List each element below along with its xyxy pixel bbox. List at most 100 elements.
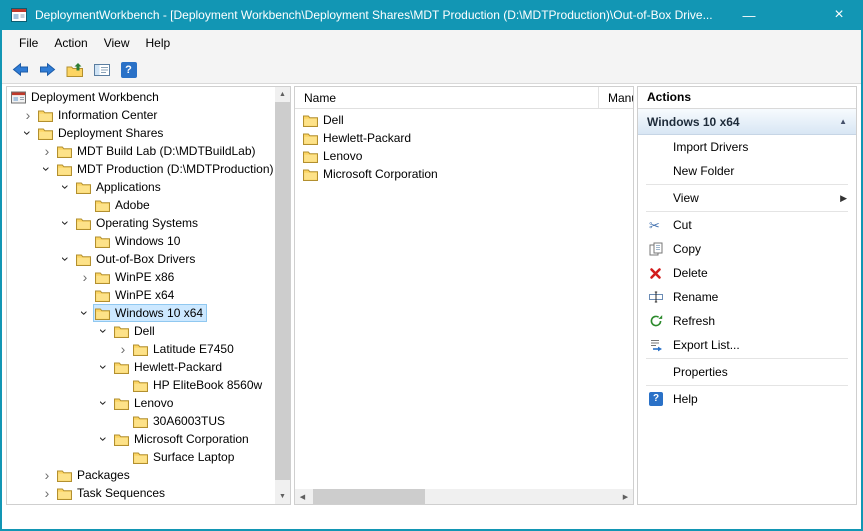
actions-separator bbox=[646, 358, 848, 359]
action-item-label: Export List... bbox=[673, 338, 856, 352]
actions-section-header[interactable]: Windows 10 x64 ▲ bbox=[638, 109, 856, 135]
tree-expander-icon[interactable]: › bbox=[95, 395, 113, 411]
list-scrollbar-thumb[interactable] bbox=[313, 489, 425, 504]
tree-item-operating-systems[interactable]: ›Operating Systems bbox=[7, 214, 275, 232]
action-item-refresh[interactable]: Refresh bbox=[638, 309, 856, 333]
tree-item-hp-elitebook-8560w[interactable]: ›HP EliteBook 8560w bbox=[7, 376, 275, 394]
tree-item-winpe-x86[interactable]: ›WinPE x86 bbox=[7, 268, 275, 286]
list-row-lenovo[interactable]: Lenovo bbox=[295, 147, 633, 165]
tree-scrollbar-thumb[interactable] bbox=[275, 102, 290, 480]
collapse-section-icon[interactable]: ▲ bbox=[839, 117, 847, 126]
action-item-label: Refresh bbox=[673, 314, 856, 328]
minimize-button[interactable]: — bbox=[727, 0, 771, 30]
action-item-new-folder[interactable]: New Folder bbox=[638, 159, 856, 183]
tree-item-deployment-workbench[interactable]: Deployment Workbench bbox=[7, 88, 275, 106]
folder-icon bbox=[95, 289, 110, 302]
tree-item-adobe[interactable]: ›Adobe bbox=[7, 196, 275, 214]
scroll-right-icon[interactable]: ▶ bbox=[618, 489, 633, 504]
tree-item-surface-laptop[interactable]: ›Surface Laptop bbox=[7, 448, 275, 466]
show-hide-console-tree-icon bbox=[93, 62, 111, 78]
menu-item-help[interactable]: Help bbox=[138, 30, 179, 56]
folder-icon bbox=[38, 127, 53, 140]
tree-expander-icon[interactable]: › bbox=[95, 431, 113, 447]
column-header-manu[interactable]: Manu bbox=[599, 87, 633, 108]
deployment-workbench-window: DeploymentWorkbench - [Deployment Workbe… bbox=[0, 0, 863, 531]
menu-item-action[interactable]: Action bbox=[46, 30, 95, 56]
delete-icon bbox=[649, 267, 662, 280]
tree-item-windows-10[interactable]: ›Windows 10 bbox=[7, 232, 275, 250]
tree-item-microsoft-corporation[interactable]: ›Microsoft Corporation bbox=[7, 430, 275, 448]
action-item-label: Import Drivers bbox=[673, 140, 856, 154]
tree-item-mdt-build-lab-d-mdtbuildlab[interactable]: › MDT Build Lab (D:\MDTBuildLab) bbox=[7, 142, 275, 160]
tree-expander-icon[interactable]: › bbox=[115, 340, 131, 358]
tree-expander-icon[interactable]: › bbox=[57, 251, 75, 267]
tree-item-task-sequences[interactable]: ›Task Sequences bbox=[7, 484, 275, 502]
tree-item-30a6003tus[interactable]: ›30A6003TUS bbox=[7, 412, 275, 430]
tree-item-deployment-shares[interactable]: ›Deployment Shares bbox=[7, 124, 275, 142]
tree-vertical-scrollbar[interactable]: ▲ ▼ bbox=[275, 87, 290, 504]
actions-section-label: Windows 10 x64 bbox=[647, 115, 839, 129]
back-button[interactable] bbox=[9, 59, 32, 81]
tree-expander-icon[interactable]: › bbox=[20, 106, 36, 124]
tree-item-out-of-box-drivers[interactable]: ›Out-of-Box Drivers bbox=[7, 250, 275, 268]
show-hide-console-tree-button[interactable] bbox=[90, 59, 113, 81]
scroll-left-icon[interactable]: ◀ bbox=[295, 489, 310, 504]
forward-button[interactable] bbox=[36, 59, 59, 81]
list-row-hewlett-packard[interactable]: Hewlett-Packard bbox=[295, 129, 633, 147]
tree-scrollbar-track[interactable] bbox=[275, 102, 290, 489]
tree-expander-icon[interactable]: › bbox=[77, 268, 93, 286]
action-item-rename[interactable]: Rename bbox=[638, 285, 856, 309]
list-horizontal-scrollbar[interactable]: ◀ ▶ bbox=[295, 489, 633, 504]
scroll-up-icon[interactable]: ▲ bbox=[275, 87, 290, 102]
tree-item-winpe-x64[interactable]: ›WinPE x64 bbox=[7, 286, 275, 304]
actions-pane: Actions Windows 10 x64 ▲ Import DriversN… bbox=[637, 86, 857, 505]
up-one-level-button[interactable] bbox=[63, 59, 86, 81]
tree-expander-icon[interactable]: › bbox=[76, 305, 94, 321]
tree-expander-icon[interactable]: › bbox=[95, 323, 113, 339]
action-item-properties[interactable]: Properties bbox=[638, 360, 856, 384]
menu-item-view[interactable]: View bbox=[96, 30, 138, 56]
tree-item-applications[interactable]: ›Applications bbox=[7, 178, 275, 196]
titlebar[interactable]: DeploymentWorkbench - [Deployment Workbe… bbox=[2, 0, 861, 30]
cut-icon-slot: ✂ bbox=[649, 219, 673, 232]
action-item-import-drivers[interactable]: Import Drivers bbox=[638, 135, 856, 159]
action-item-copy[interactable]: Copy bbox=[638, 237, 856, 261]
help-button[interactable]: ? bbox=[117, 59, 140, 81]
tree-item-windows-10-x64[interactable]: ›Windows 10 x64 bbox=[7, 304, 275, 322]
menu-item-file[interactable]: File bbox=[11, 30, 46, 56]
close-button[interactable]: × bbox=[817, 0, 861, 30]
tree-expander-icon[interactable]: › bbox=[57, 215, 75, 231]
action-item-view[interactable]: View▶ bbox=[638, 186, 856, 210]
list-row-microsoft-corporation[interactable]: Microsoft Corporation bbox=[295, 165, 633, 183]
action-item-delete[interactable]: Delete bbox=[638, 261, 856, 285]
tree-item-mdt-production-d-mdtproduction[interactable]: ›MDT Production (D:\MDTProduction) bbox=[7, 160, 275, 178]
tree-item-label: MDT Build Lab (D:\MDTBuildLab) bbox=[77, 144, 256, 158]
tree-item-packages[interactable]: ›Packages bbox=[7, 466, 275, 484]
tree-expander-icon[interactable]: › bbox=[19, 125, 37, 141]
action-item-cut[interactable]: ✂Cut bbox=[638, 213, 856, 237]
tree-item-dell[interactable]: ›Dell bbox=[7, 322, 275, 340]
list-scrollbar-track[interactable] bbox=[310, 489, 618, 504]
refresh-icon bbox=[649, 314, 663, 328]
action-item-help[interactable]: ?Help bbox=[638, 387, 856, 411]
action-item-label: Rename bbox=[673, 290, 856, 304]
tree-item-latitude-e7450[interactable]: ›Latitude E7450 bbox=[7, 340, 275, 358]
action-item-label: Copy bbox=[673, 242, 856, 256]
tree-item-hewlett-packard[interactable]: ›Hewlett-Packard bbox=[7, 358, 275, 376]
tree-expander-icon[interactable]: › bbox=[39, 484, 55, 502]
tree-expander-icon[interactable]: › bbox=[39, 142, 55, 160]
action-item-export-list[interactable]: Export List... bbox=[638, 333, 856, 357]
window-title: DeploymentWorkbench - [Deployment Workbe… bbox=[35, 8, 727, 22]
tree-expander-icon[interactable]: › bbox=[39, 466, 55, 484]
tree-item-information-center[interactable]: ›Information Center bbox=[7, 106, 275, 124]
tree-expander-icon[interactable]: › bbox=[38, 161, 56, 177]
column-header-name[interactable]: Name bbox=[295, 87, 599, 108]
tree-item-label: WinPE x64 bbox=[115, 288, 174, 302]
list-row-dell[interactable]: Dell bbox=[295, 111, 633, 129]
folder-icon bbox=[57, 163, 72, 176]
folder-icon bbox=[303, 150, 318, 163]
tree-expander-icon[interactable]: › bbox=[95, 359, 113, 375]
tree-item-lenovo[interactable]: ›Lenovo bbox=[7, 394, 275, 412]
tree-expander-icon[interactable]: › bbox=[57, 179, 75, 195]
scroll-down-icon[interactable]: ▼ bbox=[275, 489, 290, 504]
